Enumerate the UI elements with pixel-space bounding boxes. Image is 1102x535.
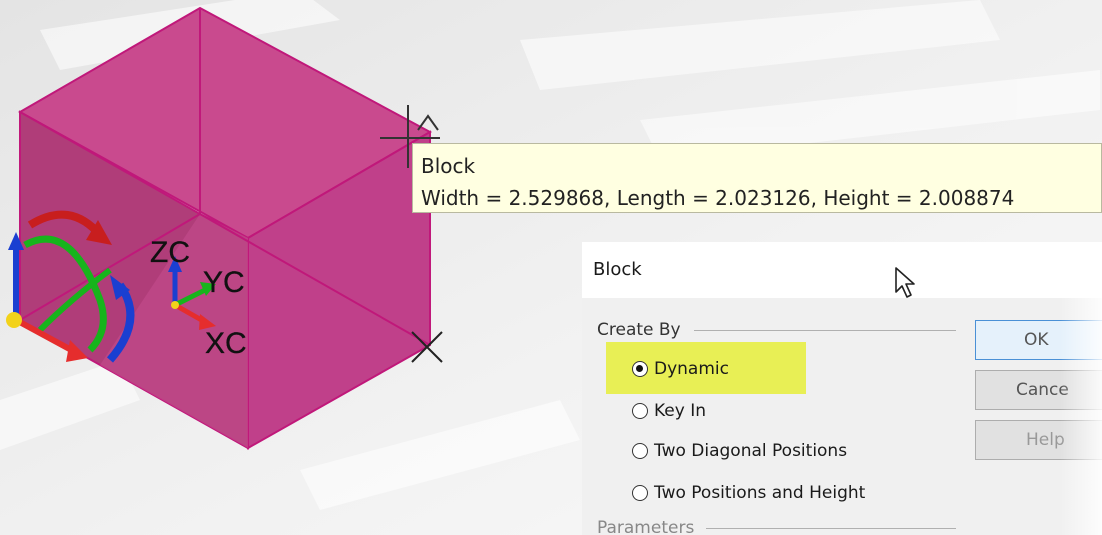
radio-button-icon (632, 443, 648, 459)
radio-key-in[interactable]: Key In (632, 401, 706, 421)
create-by-divider (694, 330, 956, 331)
radio-label: Key In (654, 401, 707, 421)
radio-button-icon (632, 403, 648, 419)
radio-two-positions-and-height[interactable]: Two Positions and Height (632, 483, 865, 503)
radio-two-diagonal-positions[interactable]: Two Diagonal Positions (632, 441, 847, 461)
radio-button-selected-icon (632, 361, 648, 377)
dialog-title: Block (593, 259, 642, 280)
radio-label: Two Diagonal Positions (654, 441, 848, 461)
tooltip-dimensions: Width = 2.529868, Length = 2.023126, Hei… (421, 186, 1015, 210)
xc-axis-label: XC (205, 327, 247, 360)
mouse-pointer-icon (895, 267, 915, 298)
tooltip-title: Block (421, 154, 476, 178)
radio-label: Dynamic (654, 359, 729, 379)
yc-axis-label: YC (203, 266, 245, 299)
dimension-tooltip: Block Width = 2.529868, Length = 2.02312… (412, 143, 1102, 213)
edge-fade (1060, 242, 1102, 535)
radio-button-icon (632, 485, 648, 501)
parameters-divider (706, 528, 956, 529)
radio-dynamic[interactable]: Dynamic (632, 359, 729, 379)
create-by-group-label: Create By (597, 320, 681, 340)
radio-label: Two Positions and Height (654, 483, 866, 503)
dialog-titlebar[interactable]: Block (582, 242, 1102, 298)
parameters-group-label: Parameters (597, 518, 695, 535)
block-dialog: Block Create By Dynamic Key In Two Diago… (582, 242, 1102, 535)
zc-axis-label: ZC (150, 236, 190, 269)
